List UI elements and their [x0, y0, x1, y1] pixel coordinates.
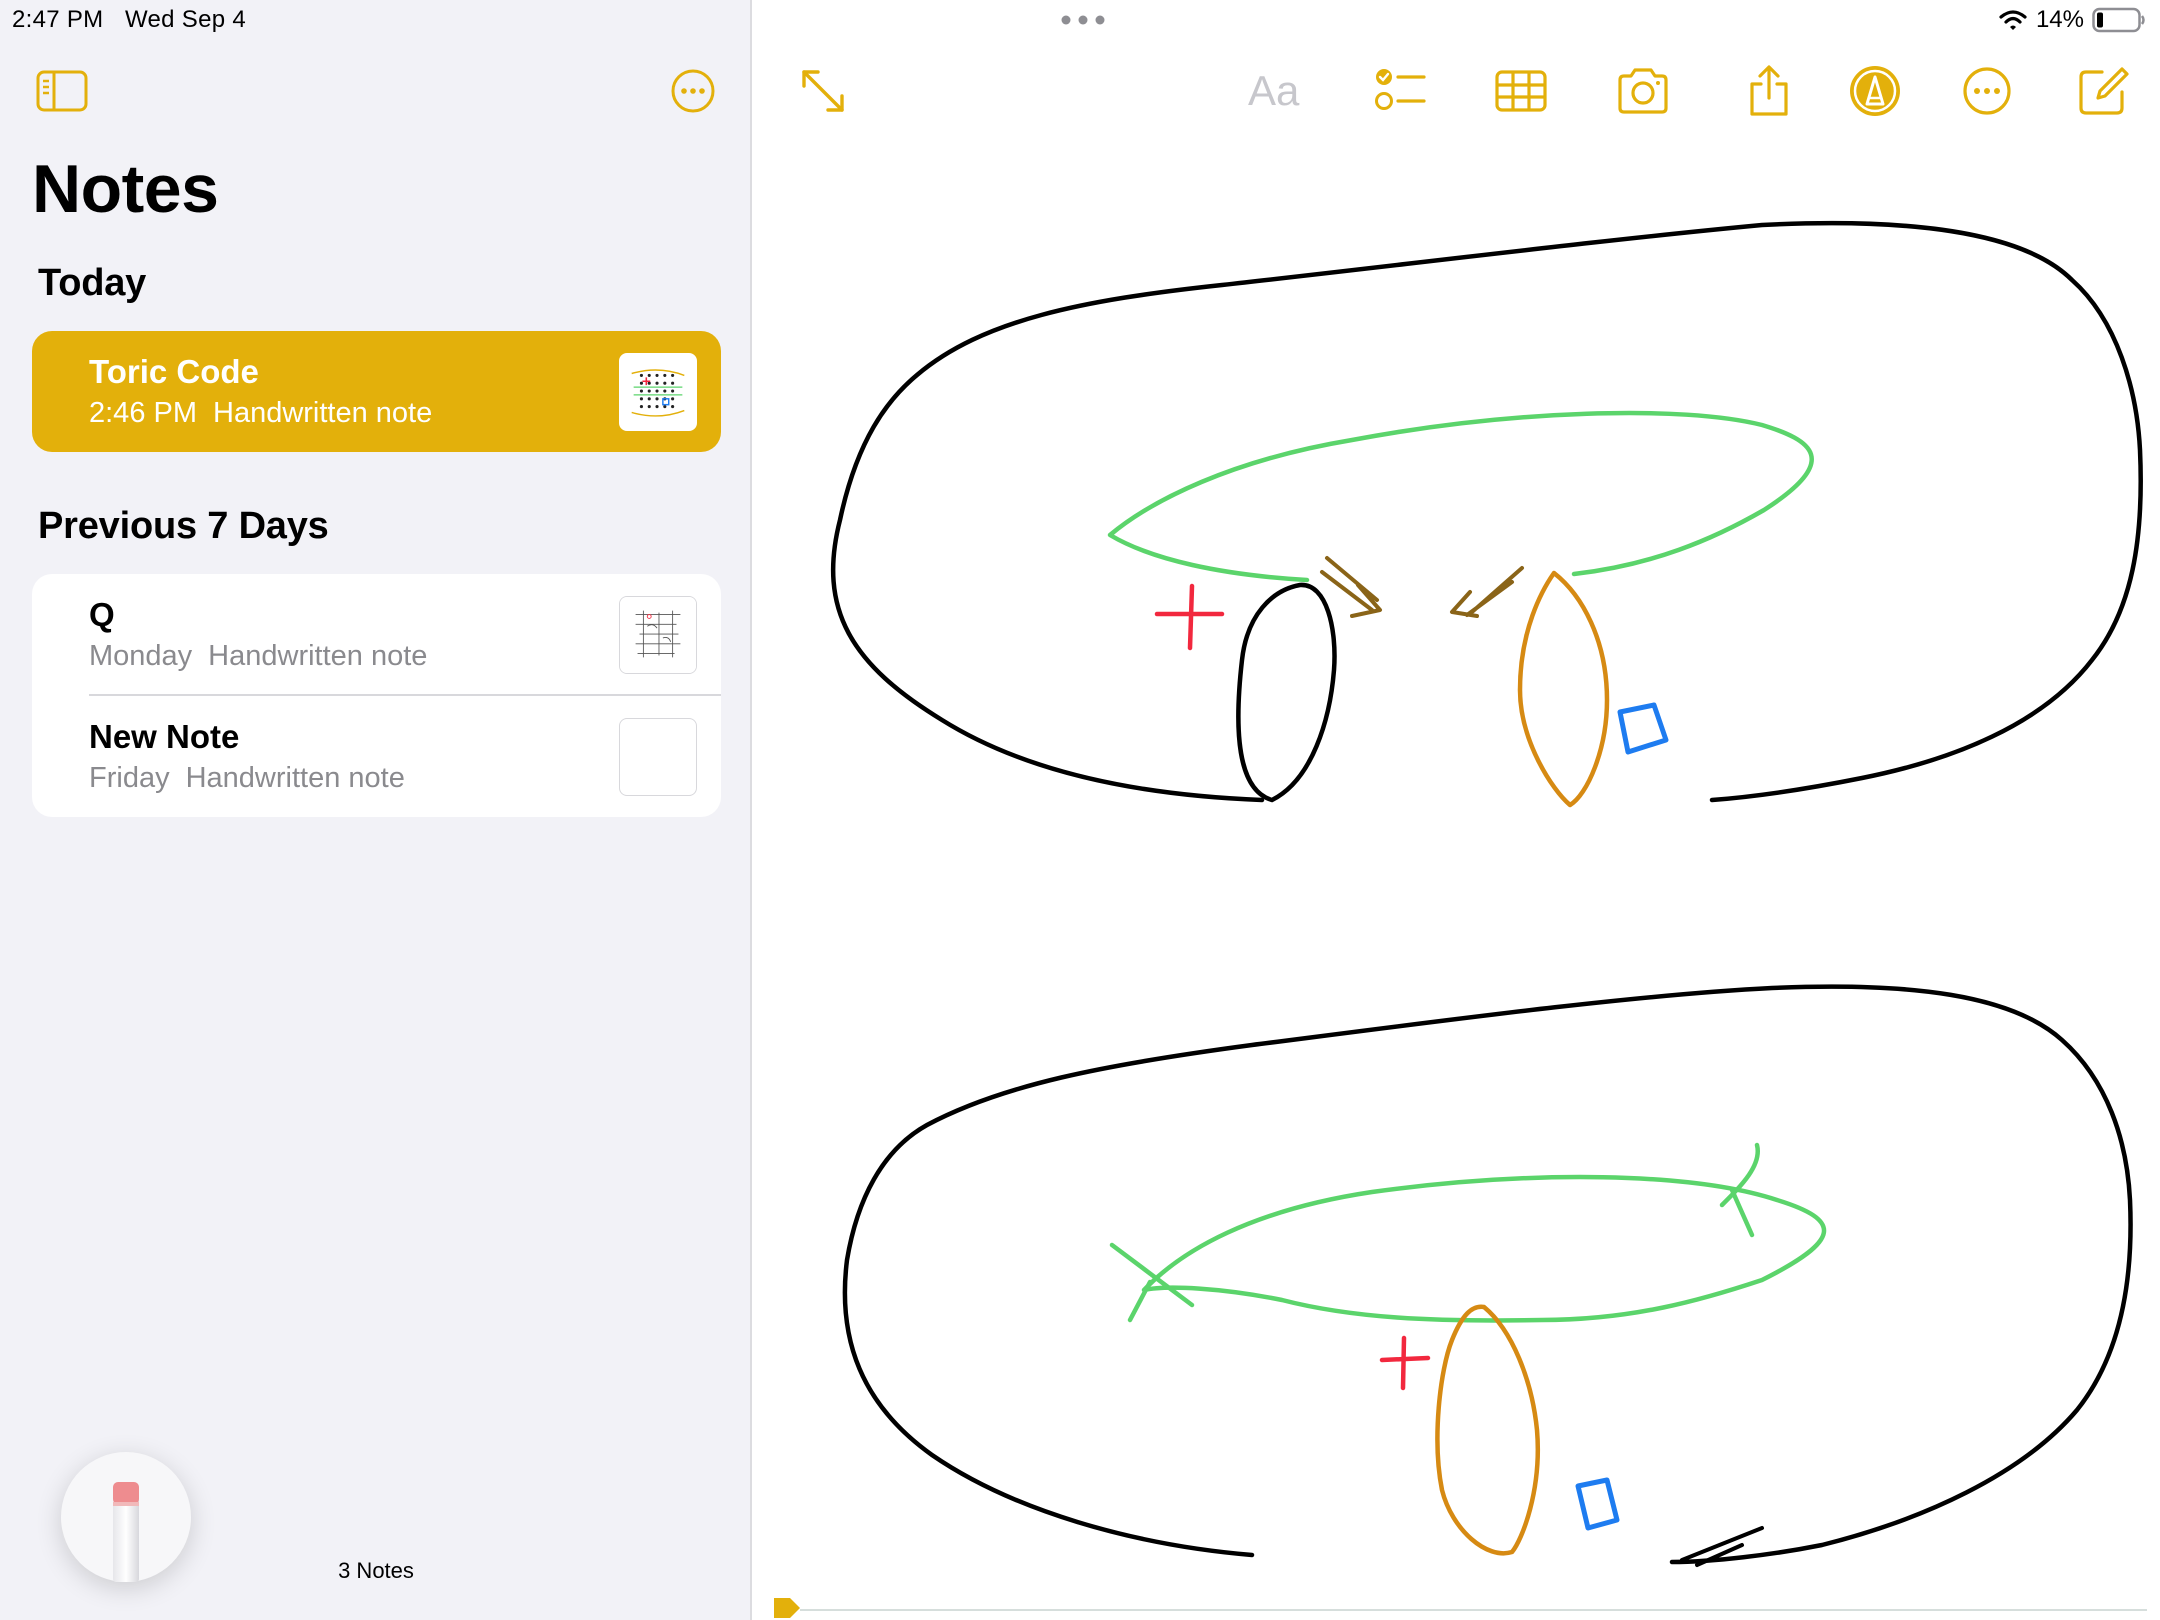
note-title: Q — [89, 596, 115, 633]
note-subtitle: Friday Handwritten note — [89, 762, 405, 795]
note-list-item-selected[interactable]: Toric Code 2:46 PM Handwritten note — [32, 331, 721, 452]
note-thumbnail — [619, 596, 697, 674]
list-item[interactable]: New Note Friday Handwritten note — [32, 696, 721, 817]
note-time: Monday — [89, 640, 193, 672]
note-thumbnail — [619, 718, 697, 796]
green-loop-top — [1107, 410, 1814, 583]
list-item[interactable]: Q Monday Handwritten note — [32, 574, 721, 695]
brown-arrow-right — [1320, 556, 1382, 618]
red-plus-bottom-v — [1400, 1335, 1407, 1391]
note-kind: Handwritten note — [185, 762, 405, 794]
ellipsis-circle-icon[interactable] — [670, 68, 716, 114]
note-kind: Handwritten note — [208, 640, 428, 672]
notes-count: 3 Notes — [338, 1558, 414, 1583]
page-end-marker — [774, 1598, 800, 1618]
note-subtitle: Monday Handwritten note — [89, 640, 427, 673]
note-time: 2:46 PM — [89, 397, 197, 429]
red-plus-bottom-h — [1379, 1355, 1431, 1363]
page-title: Notes — [32, 151, 219, 227]
note-subtitle: 2:46 PM Handwritten note — [89, 397, 432, 430]
section-heading-today: Today — [38, 262, 147, 304]
sidebar-toggle-icon[interactable] — [36, 70, 88, 112]
orange-loop-top — [1517, 570, 1610, 808]
notes-sidebar: 2:47 PM Wed Sep 4 Notes Today Toric Code… — [0, 0, 752, 1620]
black-loop-top — [1236, 582, 1337, 803]
blue-square-top — [1617, 702, 1669, 755]
section-heading-previous-7-days: Previous 7 Days — [38, 505, 329, 547]
red-plus-top-v — [1187, 583, 1195, 651]
brown-arrow-left — [1450, 566, 1524, 618]
torus-outline-top — [830, 220, 2143, 803]
orange-loop-bottom — [1435, 1304, 1540, 1556]
note-time: Friday — [89, 762, 170, 794]
status-time: 2:47 PM — [12, 6, 104, 33]
note-kind: Handwritten note — [213, 397, 433, 429]
note-editor: 14% Aa — [752, 0, 2160, 1620]
green-loop-bottom — [1141, 1174, 1827, 1323]
note-thumbnail — [619, 353, 697, 431]
torus-outline-bottom — [842, 984, 2133, 1565]
blue-square-bottom — [1575, 1477, 1620, 1531]
list-item[interactable]: Toric Code 2:46 PM Handwritten note — [32, 331, 721, 452]
status-date: Wed Sep 4 — [125, 6, 247, 33]
drawing-canvas[interactable] — [752, 0, 2160, 1620]
green-cross-left — [1109, 1242, 1195, 1323]
note-title: Toric Code — [89, 353, 259, 390]
note-list-group: Q Monday Handwritten note New Note Friday… — [32, 574, 721, 817]
note-title: New Note — [89, 718, 240, 755]
